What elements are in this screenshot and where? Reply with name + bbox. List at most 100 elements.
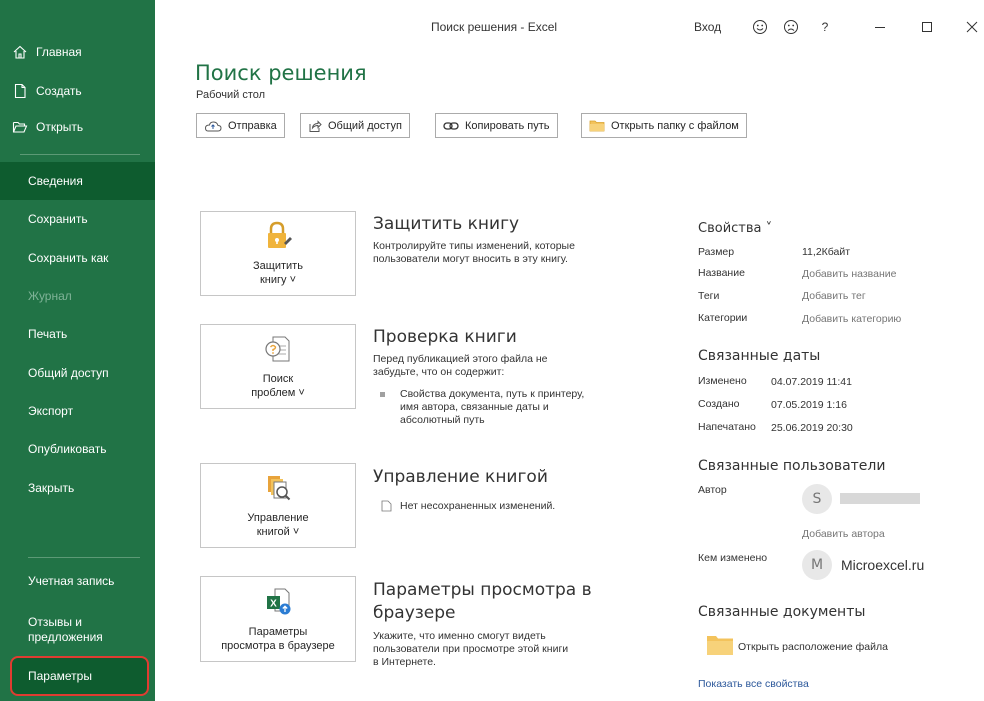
show-all-properties-link[interactable]: Показать все свойства [698, 678, 809, 690]
manage-title: Управление книгой [373, 467, 548, 487]
browser-desc: Укажите, что именно смогут видеть [373, 630, 546, 642]
sidebar-item-save-as[interactable]: Сохранить как [0, 239, 155, 277]
page-title: Поиск решения [195, 61, 367, 85]
sidebar-item-label: Журнал [28, 289, 72, 303]
open-folder-label: Открыть папку с файлом [611, 119, 739, 132]
sidebar-item-publish[interactable]: Опубликовать [0, 430, 155, 468]
copy-path-button[interactable]: Копировать путь [435, 113, 558, 138]
sidebar-item-label: Общий доступ [28, 366, 109, 380]
inspect-document-icon [263, 334, 293, 368]
open-folder-icon [12, 119, 28, 135]
modified-by-label: Кем изменено [698, 552, 768, 564]
button-label: книгой ˅ [256, 526, 300, 538]
sidebar-item-history: Журнал [0, 277, 155, 315]
manage-item: Нет несохраненных изменений. [400, 500, 556, 512]
share-button[interactable]: Общий доступ [300, 113, 410, 138]
related-documents-heading: Связанные документы [698, 604, 866, 620]
date-value: 04.07.2019 11:41 [771, 376, 852, 388]
sidebar-item-label: Открыть [36, 120, 84, 134]
sidebar-item-options[interactable]: Параметры [10, 656, 149, 696]
browser-title: браузере [373, 603, 456, 623]
add-author-link[interactable]: Добавить автора [802, 528, 885, 540]
new-file-icon [12, 83, 28, 99]
button-label: Управление [247, 512, 309, 524]
sidebar-item-close[interactable]: Закрыть [0, 469, 155, 507]
inspect-bullet: абсолютный путь [400, 414, 485, 426]
link-icon [443, 121, 459, 131]
excel-web-icon: X [263, 587, 293, 621]
sidebar-divider [28, 557, 140, 558]
button-label: Поиск [262, 373, 294, 385]
properties-heading[interactable]: Свойства ˅ [698, 221, 772, 236]
browser-view-options-button[interactable]: X Параметры просмотра в браузере [200, 576, 356, 662]
sidebar-item-info[interactable]: Сведения [0, 162, 155, 200]
protect-title: Защитить книгу [373, 214, 520, 234]
backstage-sidebar: Главная Создать Открыть Сведения Сохрани… [0, 0, 155, 701]
browser-desc: в Интернете. [373, 656, 436, 668]
open-file-location-link[interactable]: Открыть расположение файла [738, 641, 888, 653]
related-people-heading: Связанные пользователи [698, 458, 886, 474]
smile-icon[interactable] [750, 17, 770, 37]
related-dates-heading: Связанные даты [698, 348, 821, 364]
author-avatar[interactable]: S [802, 484, 832, 514]
inspect-title: Проверка книги [373, 327, 517, 347]
check-issues-button[interactable]: Поиск проблем ˅ [200, 324, 356, 409]
folder-icon [706, 634, 734, 661]
share-icon [308, 119, 322, 133]
inspect-desc: забудьте, что он содержит: [373, 366, 505, 378]
date-value: 07.05.2019 1:16 [771, 399, 847, 411]
date-label: Изменено [698, 375, 747, 387]
home-icon [12, 44, 28, 60]
send-button-label: Отправка [228, 119, 277, 132]
close-icon[interactable] [962, 17, 982, 37]
date-value: 25.06.2019 20:30 [771, 422, 853, 434]
minimize-icon[interactable] [870, 17, 890, 37]
manage-versions-icon [263, 473, 293, 507]
frown-icon[interactable] [781, 17, 801, 37]
send-button[interactable]: Отправка [196, 113, 285, 138]
sidebar-item-print[interactable]: Печать [0, 315, 155, 353]
inspect-desc: Перед публикацией этого файла не [373, 353, 548, 365]
window-title: Поиск решения - Excel [431, 20, 558, 34]
button-label: книгу ˅ [259, 274, 297, 286]
protect-workbook-button[interactable]: Защитить книгу ˅ [200, 211, 356, 296]
sidebar-item-new[interactable]: Создать [0, 72, 155, 110]
sidebar-item-save[interactable]: Сохранить [0, 200, 155, 238]
manage-workbook-button[interactable]: Управление книгой ˅ [200, 463, 356, 548]
open-folder-button[interactable]: Открыть папку с файлом [581, 113, 747, 138]
document-icon [381, 499, 392, 517]
sidebar-item-open[interactable]: Открыть [0, 108, 155, 146]
property-value[interactable]: Добавить категорию [802, 313, 901, 325]
sidebar-item-label: Учетная запись [28, 574, 115, 588]
button-label: Параметры [248, 626, 308, 638]
maximize-icon[interactable] [917, 17, 937, 37]
date-label: Напечатано [698, 421, 756, 433]
sidebar-item-label: Главная [36, 45, 82, 59]
lock-icon [262, 221, 294, 255]
author-name-redacted [840, 493, 920, 504]
property-value[interactable]: Добавить тег [802, 290, 866, 302]
upload-cloud-icon [204, 120, 222, 132]
protect-desc: Контролируйте типы изменений, которые [373, 240, 575, 252]
inspect-bullet: имя автора, связанные даты и [400, 401, 549, 413]
sidebar-item-label: Опубликовать [28, 442, 107, 456]
help-button[interactable]: ? [818, 17, 832, 37]
sidebar-item-feedback[interactable]: Отзывы и предложения [0, 608, 155, 652]
button-label: просмотра в браузере [221, 640, 335, 652]
sidebar-item-share[interactable]: Общий доступ [0, 354, 155, 392]
sidebar-item-account[interactable]: Учетная запись [0, 562, 155, 600]
date-label: Создано [698, 398, 740, 410]
sidebar-divider [20, 154, 140, 155]
bullet-icon [380, 392, 385, 397]
sidebar-item-export[interactable]: Экспорт [0, 392, 155, 430]
sidebar-item-home[interactable]: Главная [0, 33, 155, 71]
property-value: 11,2Кбайт [802, 246, 851, 258]
property-value[interactable]: Добавить название [802, 268, 896, 280]
author-label: Автор [698, 484, 727, 496]
modified-by-avatar[interactable]: M [802, 550, 832, 580]
property-label: Категории [698, 312, 748, 324]
inspect-bullet: Свойства документа, путь к принтеру, [400, 388, 585, 400]
file-location: Рабочий стол [196, 89, 266, 101]
signin-link[interactable]: Вход [694, 17, 721, 37]
button-label: проблем ˅ [251, 387, 305, 399]
